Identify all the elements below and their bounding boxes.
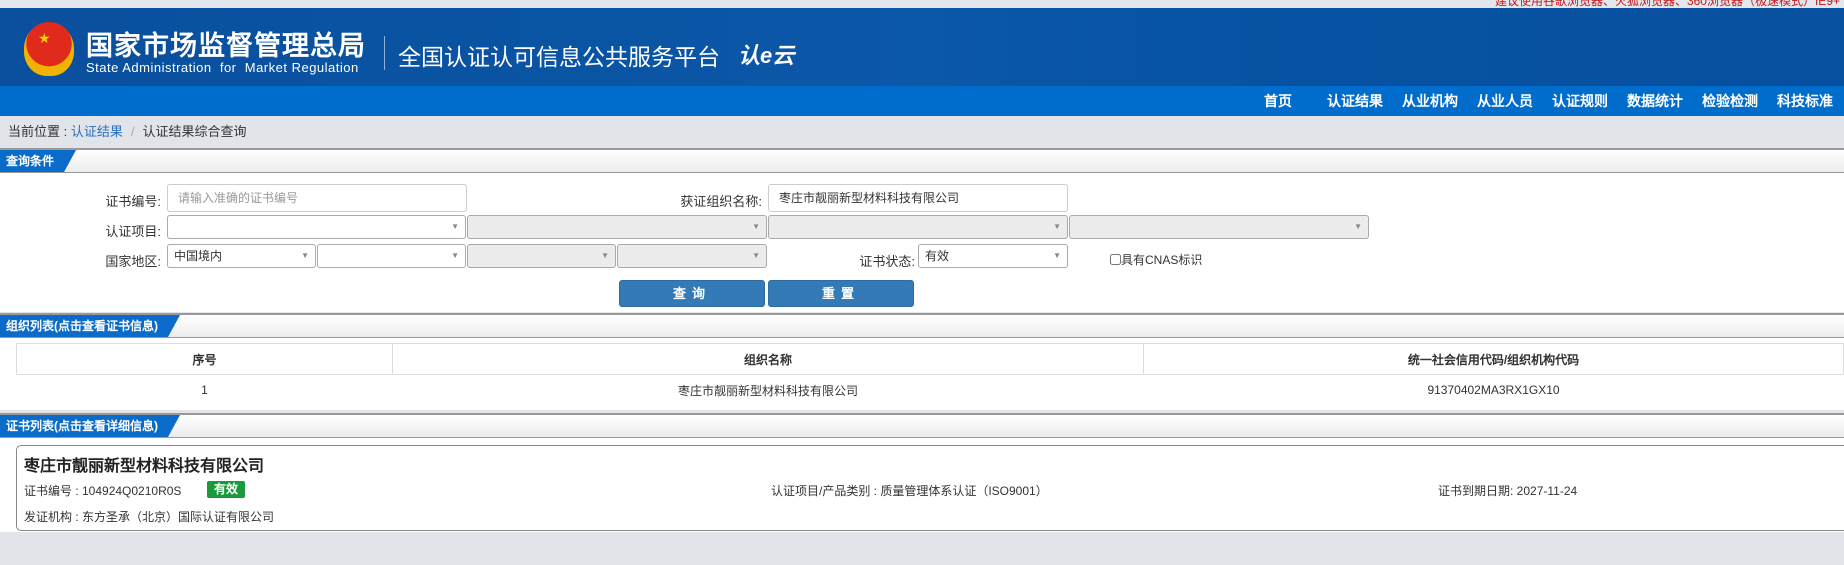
org-list-title: 组织列表(点击查看证书信息) [0, 315, 180, 337]
breadcrumb-prefix: 当前位置 : [8, 124, 71, 139]
chevron-down-icon: ▼ [1354, 216, 1362, 238]
agency-name-cn: 国家市场监督管理总局 [86, 24, 366, 63]
cert-item-select-3[interactable]: ▼ [768, 215, 1068, 239]
platform-logo: 认e云 [738, 38, 794, 70]
nav-inspection[interactable]: 检验检测 [1702, 86, 1758, 116]
region-select-4[interactable]: ▼ [617, 244, 767, 268]
search-button[interactable]: 查询 [619, 280, 765, 307]
main-nav: 首页 认证结果 从业机构 从业人员 认证规则 数据统计 检验检测 科技标准 [0, 86, 1844, 116]
breadcrumb-separator: / [131, 124, 135, 139]
chevron-down-icon: ▼ [451, 245, 459, 267]
cert-expiry: 证书到期日期: 2027-11-24 [1438, 482, 1577, 499]
status-select[interactable]: 有效 ▼ [918, 244, 1068, 268]
cell-index: 1 [17, 375, 393, 406]
chevron-down-icon: ▼ [752, 216, 760, 238]
nav-institutions[interactable]: 从业机构 [1402, 86, 1458, 116]
col-credit-code: 统一社会信用代码/组织机构代码 [1144, 344, 1844, 375]
table-header-row: 序号 组织名称 统一社会信用代码/组织机构代码 [17, 344, 1844, 375]
cert-no-label: 证书编号: [105, 191, 161, 210]
chevron-down-icon: ▼ [601, 245, 609, 267]
table-row[interactable]: 1 枣庄市靓丽新型材料科技有限公司 91370402MA3RX1GX10 [17, 375, 1844, 406]
cell-credit-code: 91370402MA3RX1GX10 [1144, 375, 1844, 406]
cert-item-select-1[interactable]: ▼ [167, 215, 466, 239]
col-org-name: 组织名称 [393, 344, 1144, 375]
cert-item-label: 认证项目: [105, 221, 161, 240]
breadcrumb: 当前位置 : 认证结果 / 认证结果综合查询 [0, 116, 1844, 148]
chevron-down-icon: ▼ [752, 245, 760, 267]
breadcrumb-link[interactable]: 认证结果 [71, 124, 123, 139]
cert-item: 认证项目/产品类别 : 质量管理体系认证（ISO9001） [771, 482, 1048, 499]
cert-item-select-2[interactable]: ▼ [467, 215, 767, 239]
chevron-down-icon: ▼ [1053, 216, 1061, 238]
region-label: 国家地区: [105, 251, 161, 270]
org-list-header: 组织列表(点击查看证书信息) [0, 313, 1844, 338]
org-name-input[interactable]: 枣庄市靓丽新型材料科技有限公司 [768, 184, 1068, 212]
query-section-title: 查询条件 [0, 150, 76, 172]
region-select-2[interactable]: ▼ [317, 244, 466, 268]
cert-card[interactable]: 枣庄市靓丽新型材料科技有限公司 证书编号 : 104924Q0210R0S 有效… [16, 445, 1844, 531]
nav-home[interactable]: 首页 [1264, 86, 1292, 116]
cert-item-select-4[interactable]: ▼ [1069, 215, 1369, 239]
browser-notice: 建议使用谷歌浏览器、火狐浏览器、360浏览器（极速模式）IE9+ [1495, 0, 1840, 8]
region-select-3[interactable]: ▼ [467, 244, 616, 268]
region-value: 中国境内 [174, 249, 222, 263]
chevron-down-icon: ▼ [301, 245, 309, 267]
status-label: 证书状态: [859, 251, 915, 270]
org-name-label: 获证组织名称: [680, 191, 762, 210]
browser-notice-bar: 建议使用谷歌浏览器、火狐浏览器、360浏览器（极速模式）IE9+ [0, 0, 1844, 8]
col-index: 序号 [17, 344, 393, 375]
header-divider [384, 36, 385, 70]
platform-title: 全国认证认可信息公共服务平台 [398, 38, 720, 72]
query-section-header: 查询条件 [0, 148, 1844, 173]
cert-issuer: 发证机构 : 东方圣承（北京）国际认证有限公司 [24, 508, 274, 525]
region-select-1[interactable]: 中国境内 ▼ [167, 244, 316, 268]
status-value: 有效 [925, 249, 949, 263]
nav-cert-results[interactable]: 认证结果 [1327, 86, 1383, 116]
reset-button[interactable]: 重置 [768, 280, 914, 307]
status-badge: 有效 [207, 481, 245, 498]
nav-statistics[interactable]: 数据统计 [1627, 86, 1683, 116]
chevron-down-icon: ▼ [451, 216, 459, 238]
cnas-label: 具有CNAS标识 [1121, 253, 1202, 267]
cert-number: 证书编号 : 104924Q0210R0S [24, 482, 181, 499]
cert-no-input[interactable]: 请输入准确的证书编号 [167, 184, 467, 212]
cell-org-name[interactable]: 枣庄市靓丽新型材料科技有限公司 [393, 375, 1144, 406]
cert-list-title: 证书列表(点击查看详细信息) [0, 415, 180, 437]
cert-list-header: 证书列表(点击查看详细信息) [0, 413, 1844, 438]
cert-org-name: 枣庄市靓丽新型材料科技有限公司 [24, 452, 264, 476]
org-table: 序号 组织名称 统一社会信用代码/组织机构代码 1 枣庄市靓丽新型材料科技有限公… [16, 343, 1844, 406]
agency-name-en: State Administration for Market Regulati… [86, 60, 359, 75]
site-header: ★ 国家市场监督管理总局 State Administration for Ma… [0, 8, 1844, 86]
national-emblem-icon: ★ [24, 22, 74, 76]
cnas-checkbox[interactable] [1110, 254, 1121, 265]
cnas-option: 具有CNAS标识 [1110, 251, 1202, 268]
chevron-down-icon: ▼ [1053, 245, 1061, 267]
breadcrumb-current: 认证结果综合查询 [142, 124, 246, 139]
nav-personnel[interactable]: 从业人员 [1477, 86, 1533, 116]
nav-standards[interactable]: 科技标准 [1777, 86, 1833, 116]
nav-cert-rules[interactable]: 认证规则 [1552, 86, 1608, 116]
